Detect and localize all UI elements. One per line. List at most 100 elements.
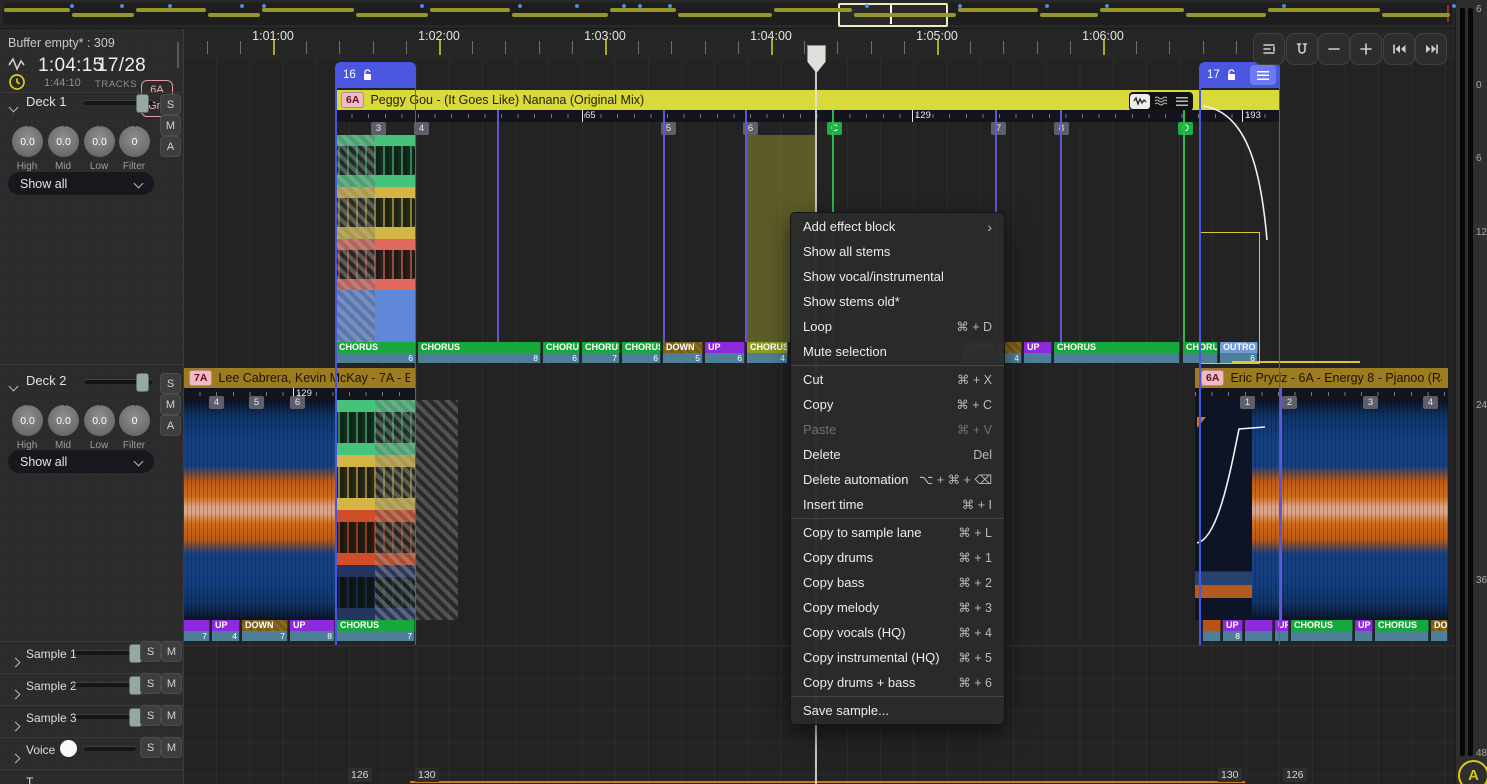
track-title-bar[interactable]: 6APeggy Gou - (It Goes Like) Nanana (Ori…: [335, 90, 1279, 110]
section-energy-value[interactable]: 7: [242, 631, 288, 641]
section-label-dow[interactable]: DOW: [1431, 620, 1448, 631]
section-label-chorus[interactable]: CHORUS: [582, 342, 620, 353]
section-label-chorus[interactable]: CHORUS: [1291, 620, 1353, 631]
section-energy-value[interactable]: [1431, 631, 1448, 641]
stem-lane-vocals[interactable]: [335, 565, 415, 620]
sample-volume-slider[interactable]: [75, 714, 137, 719]
deck1-collapse-chevron[interactable]: [10, 98, 17, 116]
section-label-chorus[interactable]: CHORUS: [337, 620, 415, 631]
section-label-up[interactable]: UP: [212, 620, 240, 631]
section-label-unnamed[interactable]: [1245, 620, 1273, 631]
zoom-out-button[interactable]: [1318, 33, 1350, 65]
overview-segment[interactable]: [208, 13, 260, 17]
section-energy-value[interactable]: [1054, 353, 1180, 363]
app-logo[interactable]: A: [1458, 760, 1487, 784]
section-energy-value[interactable]: [1355, 631, 1373, 641]
section-label-chorus[interactable]: CHORUS: [1054, 342, 1180, 353]
deck2-knob-low[interactable]: 0.0: [84, 405, 115, 436]
section-label-up[interactable]: UP: [1223, 620, 1243, 631]
voice-collapse-chevron[interactable]: [12, 749, 19, 767]
overview-segment[interactable]: [4, 8, 70, 12]
cue-marker-D[interactable]: D: [1178, 122, 1193, 135]
section-number-badge[interactable]: 3: [371, 122, 386, 135]
deck1-stems-dropdown[interactable]: Show all: [8, 172, 154, 195]
menu-item-cut[interactable]: Cut⌘ + X: [791, 367, 1004, 392]
deck1-volume-handle[interactable]: [136, 94, 149, 113]
voice-mute-button[interactable]: M: [161, 737, 182, 758]
section-energy-value[interactable]: 6: [336, 353, 416, 363]
section-label-down[interactable]: DOWN: [663, 342, 703, 353]
overview-segment[interactable]: [678, 13, 772, 17]
section-energy-value[interactable]: 8: [1223, 631, 1243, 641]
deck1-knob-low[interactable]: 0.0: [84, 126, 115, 157]
deck1-s-button[interactable]: S: [160, 94, 181, 115]
menu-item-loop[interactable]: Loop⌘ + D: [791, 314, 1004, 339]
menu-item-show-stems-old[interactable]: Show stems old*: [791, 289, 1004, 314]
section-label-up[interactable]: UP: [1275, 620, 1289, 631]
section-energy-value[interactable]: [1275, 631, 1289, 641]
stem-lane-drums[interactable]: [335, 135, 415, 187]
section-energy-value[interactable]: 5: [663, 353, 703, 363]
section-label-up[interactable]: UP: [705, 342, 745, 353]
section-energy-value[interactable]: 4: [212, 631, 240, 641]
tempo-value-label[interactable]: 126: [1283, 768, 1307, 782]
overview-segment[interactable]: [958, 8, 1038, 12]
overview-segment[interactable]: [1100, 8, 1184, 12]
waveform-view-button[interactable]: [1130, 94, 1150, 109]
section-label-chorus[interactable]: CHORUS: [418, 342, 541, 353]
overview-segment[interactable]: [1040, 13, 1098, 17]
waveform[interactable]: [183, 400, 335, 620]
voice-record-button[interactable]: [60, 740, 77, 757]
section-number-badge[interactable]: 4: [414, 122, 429, 135]
sample-collapse-chevron[interactable]: [12, 717, 19, 735]
stem-lane-melody[interactable]: [335, 239, 415, 291]
overview-segment[interactable]: [1268, 8, 1380, 12]
section-label-up[interactable]: UP: [1355, 620, 1373, 631]
section-energy-value[interactable]: [1203, 631, 1221, 641]
sample-volume-slider[interactable]: [75, 650, 137, 655]
menu-item-mute-selection[interactable]: Mute selection: [791, 339, 1004, 364]
track-title-bar[interactable]: 7ALee Cabrera, Kevin McKay - 7A - Ene: [183, 368, 416, 388]
track-clip-lee-cabrera[interactable]: 7ALee Cabrera, Kevin McKay - 7A - Ene129…: [183, 368, 458, 645]
deck2-collapse-chevron[interactable]: [10, 377, 17, 395]
deck2-m-button[interactable]: M: [160, 394, 181, 415]
deck2-s-button[interactable]: S: [160, 373, 181, 394]
overview-segment[interactable]: [854, 13, 956, 17]
section-energy-value[interactable]: [1024, 353, 1052, 363]
section-energy-value[interactable]: 8: [418, 353, 541, 363]
voice-volume-slider[interactable]: [84, 746, 136, 751]
section-label-chorus[interactable]: CHORUS: [336, 342, 416, 353]
sidebar-scrollbar[interactable]: [177, 42, 179, 68]
menu-item-copy[interactable]: Copy⌘ + C: [791, 392, 1004, 417]
deck1-knob-high[interactable]: 0.0: [12, 126, 43, 157]
sample-volume-slider[interactable]: [75, 682, 137, 687]
stem-lane-bass[interactable]: [335, 455, 415, 510]
selection-rectangle[interactable]: [1199, 232, 1260, 364]
deck2-a-button[interactable]: A: [160, 415, 181, 436]
list-view-button[interactable]: [1172, 94, 1192, 109]
sample-mute-button[interactable]: M: [161, 641, 182, 662]
menu-item-show-vocal-instrumental[interactable]: Show vocal/instrumental: [791, 264, 1004, 289]
stem-view-segmented-control[interactable]: [1129, 92, 1193, 111]
section-energy-value[interactable]: [1245, 631, 1273, 641]
section-energy-value[interactable]: 8: [290, 631, 335, 641]
stem-lane-vocals[interactable]: [335, 290, 415, 342]
section-energy-value[interactable]: 7: [184, 631, 210, 641]
section-number-badge[interactable]: 5: [249, 396, 264, 409]
section-number-badge[interactable]: 4: [1423, 396, 1438, 409]
arrangement-block-16[interactable]: 16: [335, 62, 416, 88]
section-label-unnamed[interactable]: [1203, 620, 1221, 631]
menu-item-save-sample[interactable]: Save sample...: [791, 698, 1004, 723]
section-energy-value[interactable]: 6: [622, 353, 661, 363]
section-energy-value[interactable]: [1291, 631, 1353, 641]
section-label-chorus[interactable]: CHORUS: [1375, 620, 1429, 631]
section-energy-value[interactable]: 6: [705, 353, 745, 363]
stem-lane-melody[interactable]: [335, 510, 415, 565]
menu-item-copy-drums-bass[interactable]: Copy drums + bass⌘ + 6: [791, 670, 1004, 695]
sample-solo-button[interactable]: S: [140, 641, 161, 662]
sample-solo-button[interactable]: S: [140, 705, 161, 726]
voice-solo-button[interactable]: S: [140, 737, 161, 758]
deck2-knob-mid[interactable]: 0.0: [48, 405, 79, 436]
overview-segment[interactable]: [136, 8, 206, 12]
sample-solo-button[interactable]: S: [140, 673, 161, 694]
